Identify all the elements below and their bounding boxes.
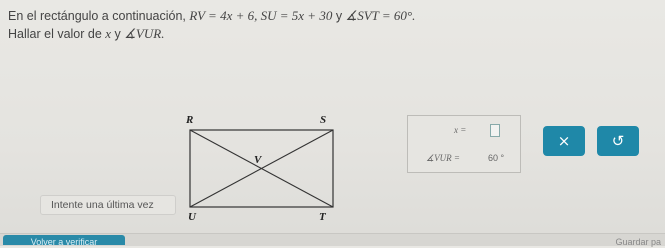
degree-symbol: ° xyxy=(500,153,505,163)
x-input[interactable] xyxy=(490,124,500,137)
problem-line-1: En el rectángulo a continuación, RV = 4x… xyxy=(8,7,415,25)
x-label: x = xyxy=(454,125,467,135)
try-again-label: Intente una última vez xyxy=(51,199,154,211)
check-label: Volver a verificar xyxy=(30,237,98,245)
rectangle-figure: R S V U T xyxy=(176,112,346,223)
vertex-t-label: T xyxy=(319,211,326,223)
problem-equations: RV = 4x + 6, SU = 5x + 30 xyxy=(189,8,333,23)
try-again-button[interactable]: Intente una última vez xyxy=(40,195,176,215)
save-link[interactable]: Guardar pa xyxy=(615,236,661,248)
rectangle-diagram xyxy=(189,129,334,208)
clear-button[interactable]: × xyxy=(543,126,585,156)
answer-panel: x = ∡VUR = 60 ° xyxy=(407,115,521,173)
vertex-r-label: R xyxy=(186,114,194,126)
undo-icon: ↺ xyxy=(611,132,625,150)
problem-target-angle: ∡VUR. xyxy=(124,26,165,41)
problem-given-angle: ∡SVT = 60°. xyxy=(345,8,416,23)
problem-statement: En el rectángulo a continuación, RV = 4x… xyxy=(8,7,415,43)
angle-label: ∡VUR = xyxy=(426,153,460,163)
angle-input[interactable]: 60 ° xyxy=(488,153,504,163)
problem-variable: x xyxy=(105,26,112,41)
vertex-u-label: U xyxy=(188,211,196,223)
problem-question-text: Hallar el valor de xyxy=(8,27,102,41)
problem-conjunction-2: y xyxy=(114,27,121,41)
center-v-label: V xyxy=(254,154,262,166)
problem-intro-text: En el rectángulo a continuación, xyxy=(8,9,186,23)
problem-conjunction: y xyxy=(335,9,343,23)
save-label: Guardar pa xyxy=(615,237,661,247)
check-button[interactable]: Volver a verificar xyxy=(3,235,125,245)
angle-value: 60 xyxy=(488,153,499,163)
undo-button[interactable]: ↺ xyxy=(597,126,639,156)
close-icon: × xyxy=(557,132,571,150)
vertex-s-label: S xyxy=(320,114,327,126)
problem-line-2: Hallar el valor de x y ∡VUR. xyxy=(8,25,415,43)
